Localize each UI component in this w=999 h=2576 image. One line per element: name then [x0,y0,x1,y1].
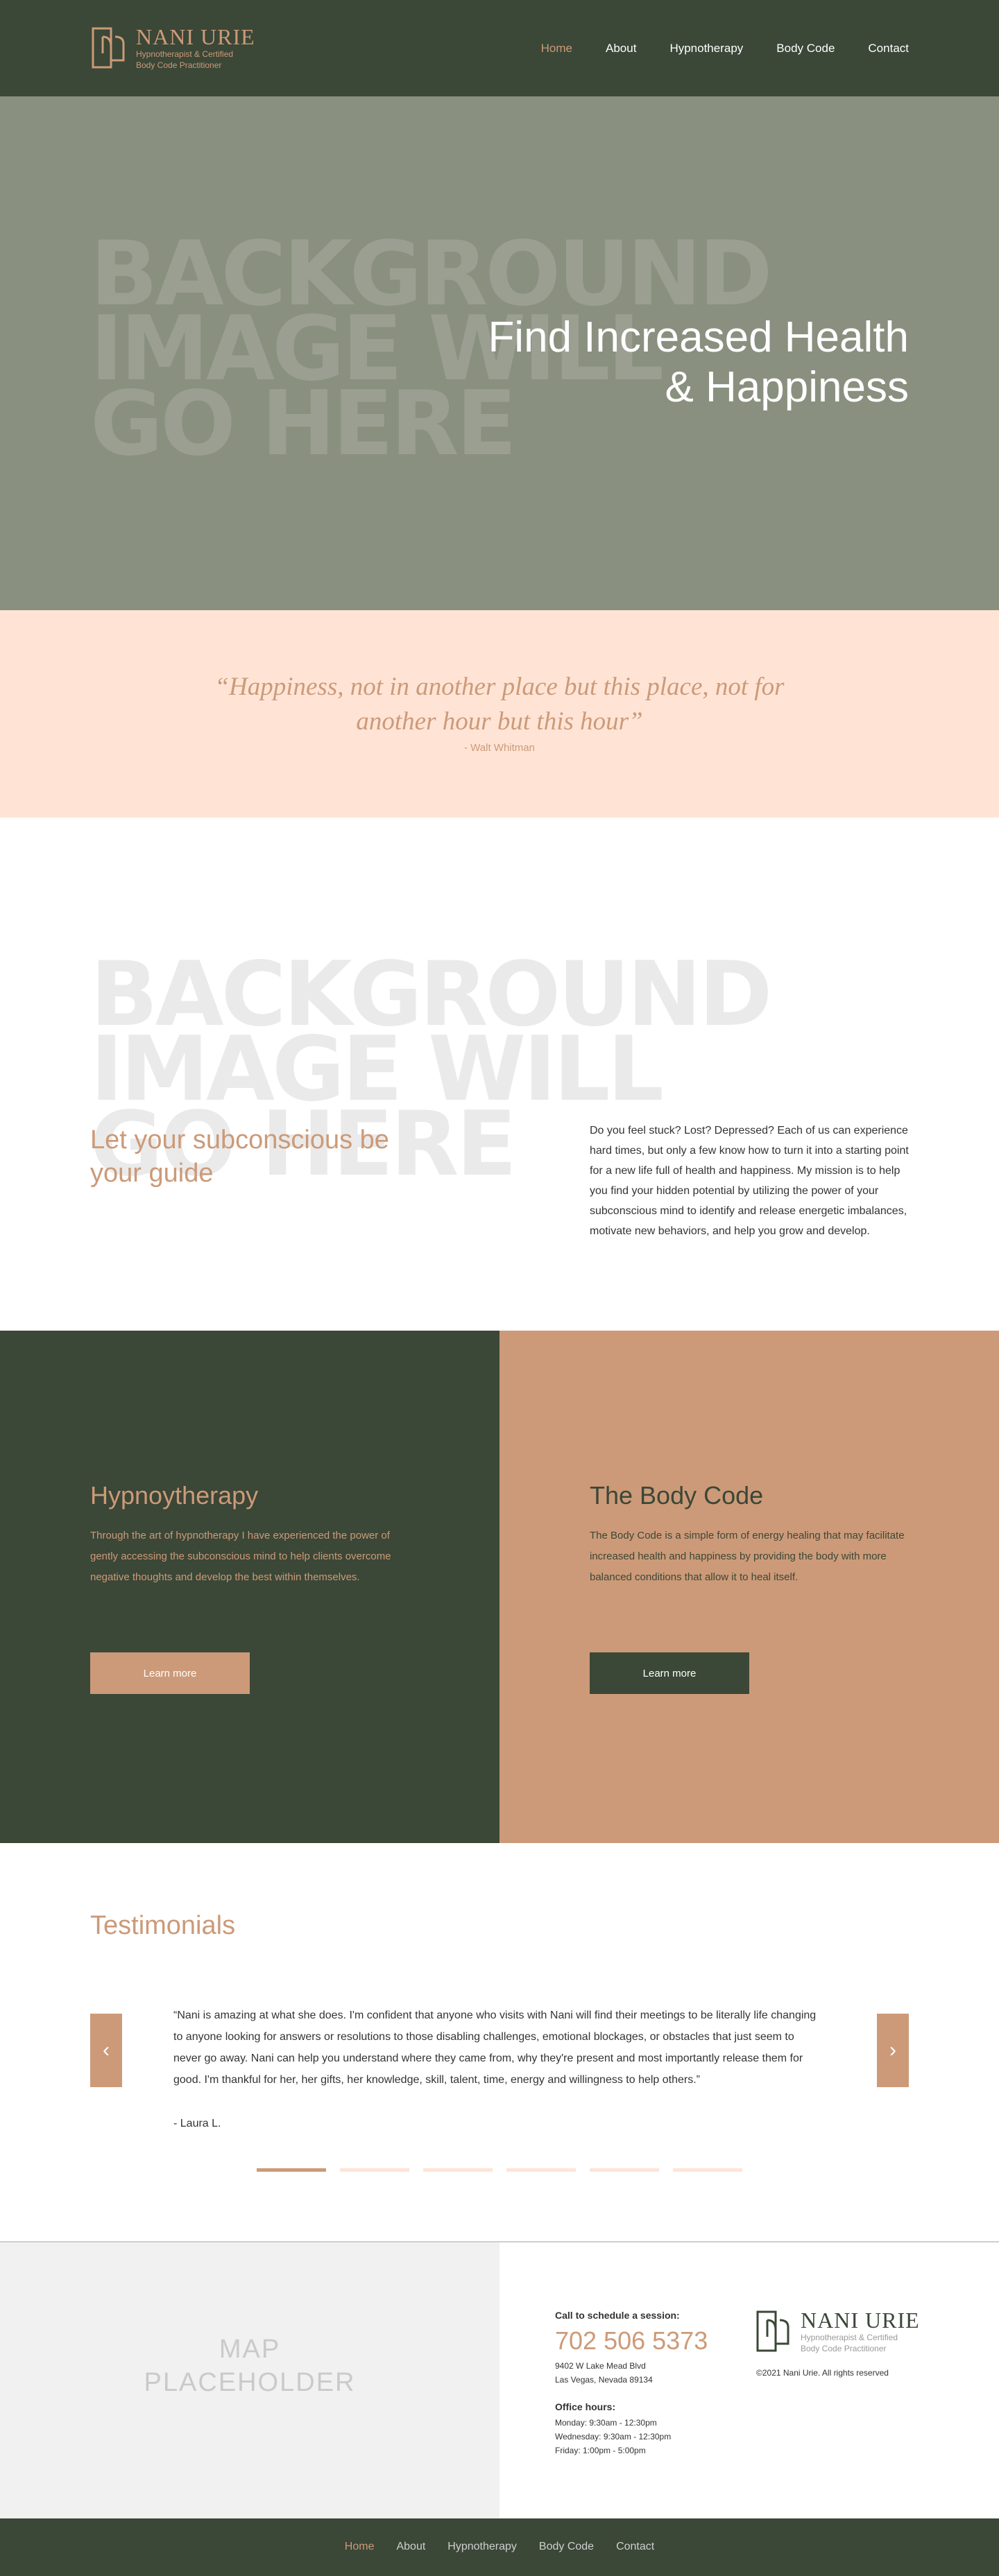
hero-title-line-1: Find Increased Health [488,313,909,361]
testimonials-section: Testimonials ‹ “Nani is amazing at what … [0,1843,999,2242]
body-code-title: The Body Code [590,1481,764,1510]
footer-nav-about[interactable]: About [396,2539,425,2555]
footer-nav-home[interactable]: Home [345,2539,375,2555]
contact-section: MAP PLACEHOLDER Call to schedule a sessi… [0,2242,999,2518]
chevron-right-icon: › [889,2039,896,2061]
carousel-dot[interactable] [423,2168,493,2172]
carousel-dot[interactable] [340,2168,409,2172]
hypnotherapy-body: Through the art of hypnotherapy I have e… [90,1530,391,1583]
chevron-left-icon: ‹ [103,2039,110,2061]
carousel-dot[interactable] [506,2168,576,2172]
map-label-line-2: PLACEHOLDER [144,2368,356,2397]
carousel-dot[interactable] [590,2168,659,2172]
about-section: BACKGROUND IMAGE WILL GO HERE Let your s… [0,818,999,1331]
site-footer: Home About Hypnotherapy Body Code Contac… [0,2518,999,2576]
logo-mark-icon [756,2310,789,2352]
address-line-2: Las Vegas, Nevada 89134 [555,2375,653,2385]
testimonial-author: - Laura L. [173,2118,221,2129]
office-hours: Monday: 9:30am - 12:30pm Wednesday: 9:30… [555,2416,749,2457]
phone-number[interactable]: 702 506 5373 [555,2326,749,2356]
brand-name: NANI URIE [136,24,255,49]
nav-hypnotherapy[interactable]: Hypnotherapy [669,40,743,57]
logo-text: NANI URIE Hypnotherapist & Certified Bod… [136,25,255,71]
office-hours-label: Office hours: [555,2401,616,2412]
hypnotherapy-learn-more-button[interactable]: Learn more [90,1652,250,1694]
hypnotherapy-title: Hypnoytherapy [90,1481,259,1510]
site-header: NANI URIE Hypnotherapist & Certified Bod… [0,0,999,96]
footer-nav-contact[interactable]: Contact [616,2539,654,2555]
hero-title-line-2: & Happiness [665,363,909,411]
quote-author: - Walt Whitman [464,742,535,754]
site-logo[interactable]: NANI URIE Hypnotherapist & Certified Bod… [90,25,255,71]
carousel-dot[interactable] [257,2168,326,2172]
schedule-label: Call to schedule a session: [555,2310,680,2321]
footer-brand-tagline-1: Hypnotherapist & Certified [801,2333,898,2342]
quote-section: “Happiness, not in another place but thi… [0,610,999,818]
logo-mark-icon [92,27,125,69]
testimonials-heading: Testimonials [90,1911,236,1940]
body-code-learn-more-button[interactable]: Learn more [590,1652,749,1694]
brand-tagline-1: Hypnotherapist & Certified [136,49,234,59]
testimonial-quote: “Nani is amazing at what she does. I'm c… [173,2009,817,2086]
carousel-next-button[interactable]: › [877,2014,909,2087]
office-hours-item: Monday: 9:30am - 12:30pm [555,2418,657,2428]
copyright: ©2021 Nani Urie. All rights reserved [756,2368,889,2378]
footer-nav-body-code[interactable]: Body Code [539,2539,594,2555]
about-body: Do you feel stuck? Lost? Depressed? Each… [590,1125,909,1237]
carousel-prev-button[interactable]: ‹ [90,2014,122,2087]
nav-body-code[interactable]: Body Code [776,40,835,57]
footer-nav-hypnotherapy[interactable]: Hypnotherapy [447,2539,517,2555]
about-heading: Let your subconscious be your guide [90,1125,389,1188]
body-code-body: The Body Code is a simple form of energy… [590,1530,905,1583]
office-hours-item: Friday: 1:00pm - 5:00pm [555,2446,646,2455]
nav-contact[interactable]: Contact [868,40,909,57]
page: NANI URIE Hypnotherapist & Certified Bod… [0,0,999,2576]
contact-info: Call to schedule a session: 702 506 5373… [555,2309,749,2457]
footer-nav: Home About Hypnotherapy Body Code Contac… [0,2539,999,2555]
map-placeholder[interactable]: MAP PLACEHOLDER [0,2242,500,2518]
hero-title: Find Increased Health & Happiness [488,313,909,413]
nav-about[interactable]: About [606,40,636,57]
body-code-card: The Body Code The Body Code is a simple … [500,1331,999,1843]
office-hours-item: Wednesday: 9:30am - 12:30pm [555,2432,672,2441]
footer-logo[interactable]: NANI URIE Hypnotherapist & Certified Bod… [755,2308,920,2354]
nav-home[interactable]: Home [541,40,572,57]
map-label-line-1: MAP [219,2335,281,2364]
main-nav: Home About Hypnotherapy Body Code Contac… [508,40,909,57]
address: 9402 W Lake Mead Blvd Las Vegas, Nevada … [555,2359,749,2387]
carousel-dot[interactable] [673,2168,742,2172]
address-line-1: 9402 W Lake Mead Blvd [555,2361,646,2371]
services-section: Hypnoytherapy Through the art of hypnoth… [0,1331,999,1843]
hypnotherapy-card: Hypnoytherapy Through the art of hypnoth… [0,1331,500,1843]
brand-tagline-2: Body Code Practitioner [136,60,222,70]
map-label: MAP PLACEHOLDER [0,2333,500,2399]
hero-section: BACKGROUND IMAGE WILL GO HERE Find Incre… [0,96,999,610]
quote-text: “Happiness, not in another place but thi… [214,673,785,736]
footer-logo-text: NANI URIE Hypnotherapist & Certified Bod… [801,2308,920,2354]
carousel-indicators [257,2168,756,2172]
footer-brand-tagline-2: Body Code Practitioner [801,2344,887,2353]
footer-brand-name: NANI URIE [801,2308,920,2333]
